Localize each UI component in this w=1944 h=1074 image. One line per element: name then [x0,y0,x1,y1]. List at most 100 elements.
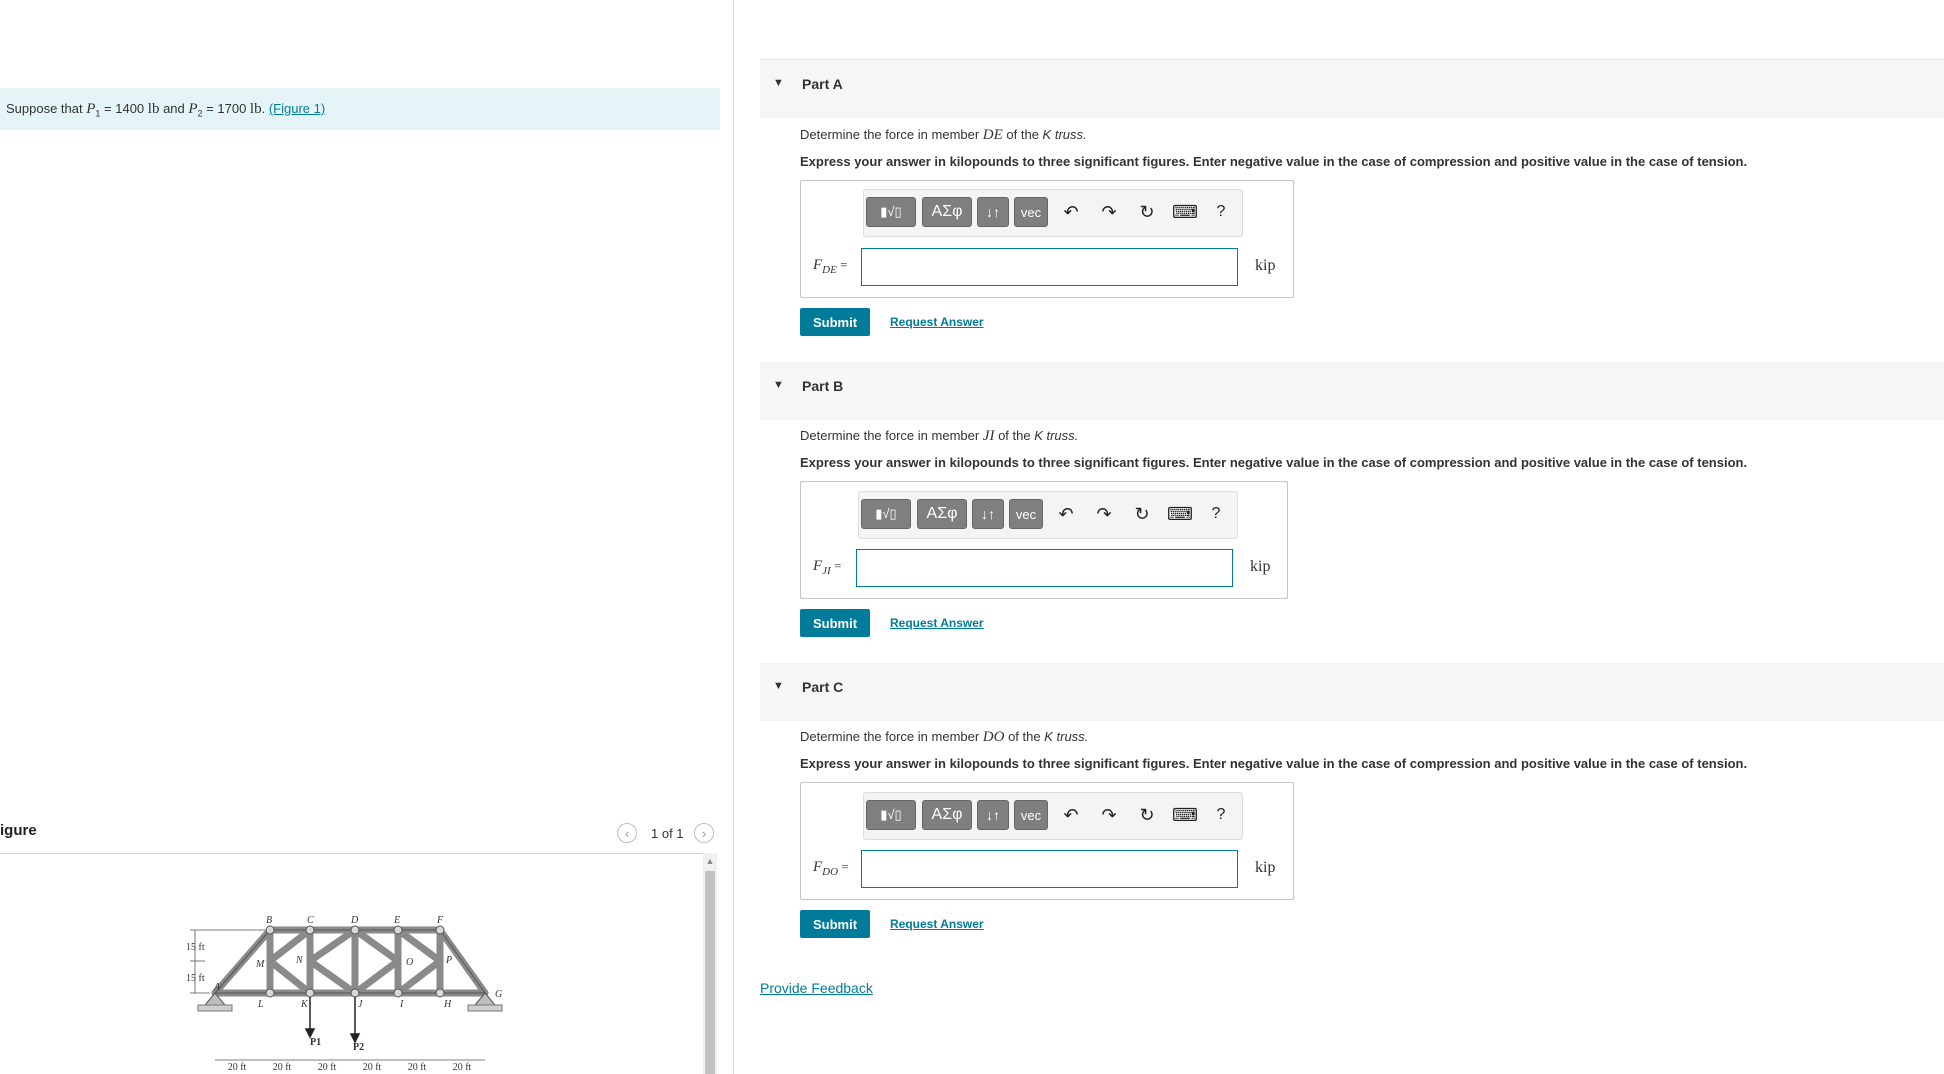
part-a-answer-input[interactable] [861,248,1238,286]
redo-icon[interactable]: ↷ [1098,804,1120,826]
help-icon[interactable]: ? [1210,804,1232,826]
label-main: F [813,558,823,574]
math-toolbar: ▮√▯ ΑΣφ ↓↑ vec ↶ ↷ ↻ ⌨ ? [863,792,1243,840]
reset-icon[interactable]: ↻ [1131,503,1153,525]
undo-icon[interactable]: ↶ [1055,503,1077,525]
part-a-header[interactable] [760,60,1944,118]
vector-button[interactable]: vec [1014,197,1048,227]
math-toolbar: ▮√▯ ΑΣφ ↓↑ vec ↶ ↷ ↻ ⌨ ? [863,189,1243,237]
scroll-up-icon[interactable]: ▲ [705,856,715,866]
span-label: 20 ft [453,1062,472,1073]
label-equals: = [836,257,848,272]
part-c-submit-button[interactable]: Submit [800,910,870,938]
label-equals: = [830,558,842,573]
greek-button[interactable]: ΑΣφ [917,499,967,529]
figure-link[interactable]: (Figure 1) [269,101,325,116]
p2-value: = 1700 [202,101,250,116]
truss-k: K [1042,127,1052,142]
subscript-button[interactable]: ↓↑ [977,197,1009,227]
node-label-h: H [443,999,452,1010]
part-c-answer-input[interactable] [861,850,1238,888]
undo-icon[interactable]: ↶ [1060,804,1082,826]
part-a-unit: kip [1255,257,1276,274]
truss-k: K [1044,729,1053,744]
reset-icon[interactable]: ↻ [1136,201,1158,223]
q-prefix: Determine the force in member [800,729,983,744]
part-a-title: Part A [802,76,843,92]
keyboard-icon[interactable]: ⌨ [1172,804,1198,826]
label-sub: DO [822,866,839,878]
redo-icon[interactable]: ↷ [1093,503,1115,525]
p1-value: = 1400 [100,101,148,116]
span-label: 20 ft [228,1062,247,1073]
load-arrows [304,997,361,1044]
undo-icon[interactable]: ↶ [1060,201,1082,223]
node-label-n: N [295,955,304,966]
help-icon[interactable]: ? [1205,503,1227,525]
templates-button[interactable]: ▮√▯ [866,800,916,830]
k-truss-figure: B C D E F M N O P A L K J I H G P1 P2 15… [186,915,503,1073]
part-c-request-answer-link[interactable]: Request Answer [890,917,984,931]
part-a-submit-button[interactable]: Submit [800,308,870,336]
period: . [261,101,269,116]
span-label: 20 ft [318,1062,337,1073]
node-label-j: J [358,999,363,1010]
vector-button[interactable]: vec [1009,499,1043,529]
part-b-submit-button[interactable]: Submit [800,609,870,637]
label-sub: JI [822,565,831,577]
figure-prev-button[interactable]: ‹ [617,823,637,843]
provide-feedback-link[interactable]: Provide Feedback [760,980,873,996]
node-label-o: O [406,957,413,968]
node-label-k: K [300,999,309,1010]
q-prefix: Determine the force in member [800,428,983,443]
problem-prefix: Suppose that [6,101,87,116]
figure-divider [0,853,712,854]
node-label-a: A [213,982,221,993]
part-b-answer-box: ▮√▯ ΑΣφ ↓↑ vec ↶ ↷ ↻ ⌨ ? FJI = kip [800,481,1288,599]
part-b-answer-input[interactable] [856,549,1233,587]
greek-button[interactable]: ΑΣφ [922,197,972,227]
subscript-button[interactable]: ↓↑ [977,800,1009,830]
part-a-answer-label: FDE = [813,257,847,276]
figure-next-button[interactable]: › [694,823,714,843]
templates-button[interactable]: ▮√▯ [866,197,916,227]
node-label-d: D [350,915,359,926]
node-label-c: C [307,915,314,926]
vector-button[interactable]: vec [1014,800,1048,830]
figure-scroll-thumb[interactable] [705,871,715,1074]
part-b-title: Part B [802,378,844,394]
load-label-p2: P2 [353,1042,364,1053]
part-c-header[interactable] [760,663,1944,721]
help-icon[interactable]: ? [1210,201,1232,223]
p1-unit: lb [147,101,160,117]
redo-icon[interactable]: ↷ [1098,201,1120,223]
reset-icon[interactable]: ↻ [1136,804,1158,826]
part-a-instructions: Express your answer in kilopounds to thr… [800,154,1748,169]
and-text: and [159,101,189,116]
caret-down-icon[interactable]: ▼ [773,680,784,692]
part-b-request-answer-link[interactable]: Request Answer [890,616,984,630]
q-suffix: of the [1002,127,1043,142]
p2-unit: lb [249,101,262,117]
subscript-button[interactable]: ↓↑ [972,499,1004,529]
figure-pager: 1 of 1 [651,826,684,841]
height-label-bottom: 15 ft [186,973,205,984]
part-c-unit: kip [1255,859,1276,876]
part-c-question: Determine the force in member DO of the … [800,729,1088,746]
keyboard-icon[interactable]: ⌨ [1172,201,1198,223]
caret-down-icon[interactable]: ▼ [773,379,784,391]
part-b-unit: kip [1250,558,1271,575]
caret-down-icon[interactable]: ▼ [773,77,784,89]
span-label: 20 ft [273,1062,292,1073]
part-b-header[interactable] [760,362,1944,420]
part-b-answer-label: FJI = [813,558,841,577]
greek-button[interactable]: ΑΣφ [922,800,972,830]
member-name: DE [982,127,1003,143]
label-sub: DE [822,264,837,276]
part-a-request-answer-link[interactable]: Request Answer [890,315,984,329]
keyboard-icon[interactable]: ⌨ [1167,503,1193,525]
part-b-question: Determine the force in member JI of the … [800,428,1078,445]
node-label-g: G [495,989,502,1000]
templates-button[interactable]: ▮√▯ [861,499,911,529]
label-equals: = [838,859,849,874]
